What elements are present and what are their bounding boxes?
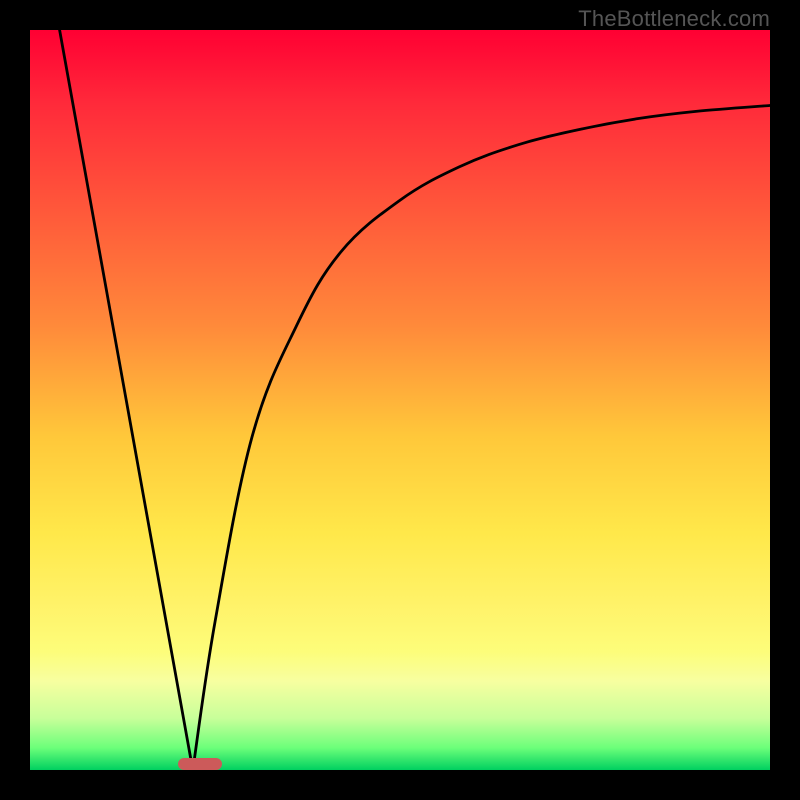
chart-curves bbox=[30, 30, 770, 770]
chart-plot-area bbox=[30, 30, 770, 770]
attribution-text: TheBottleneck.com bbox=[578, 6, 770, 32]
bottleneck-marker bbox=[178, 758, 222, 770]
left-line bbox=[60, 30, 193, 770]
right-curve bbox=[193, 105, 770, 770]
